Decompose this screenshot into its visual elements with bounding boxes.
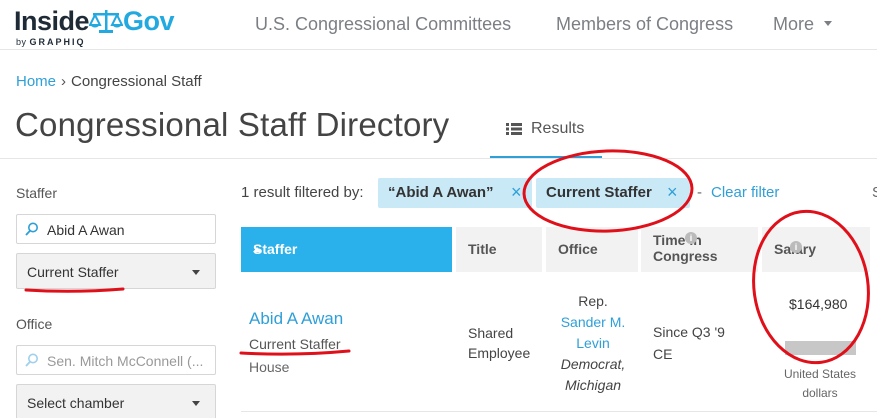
title-divider [0, 158, 877, 159]
staffer-search-input[interactable]: Abid A Awan [16, 214, 216, 244]
title-line: Employee [468, 345, 531, 361]
remove-filter-icon[interactable]: × [511, 182, 522, 203]
info-icon[interactable]: i [685, 232, 697, 244]
office-search-input[interactable]: Sen. Mitch McConnell (... [16, 345, 216, 375]
list-icon [506, 123, 522, 135]
column-header-label: Title [468, 241, 497, 257]
staffer-filter-label: Staffer [16, 185, 57, 201]
logo-wordmark: Inside Gov [14, 6, 175, 36]
filter-chip-status: Current Staffer × [536, 178, 690, 208]
chevron-down-icon [824, 21, 833, 26]
breadcrumb: Home › Congressional Staff [16, 73, 202, 90]
staffer-search-value: Abid A Awan [47, 222, 125, 238]
office-filter-label: Office [16, 316, 53, 332]
breadcrumb-separator: › [61, 73, 67, 90]
staffer-status-value: Current Staffer [27, 264, 119, 280]
salary-unit-line: dollars [802, 386, 838, 400]
filter-chip-name: “Abid A Awan” × [378, 178, 532, 208]
cut-off-text: S [872, 184, 877, 201]
office-prefix: Rep. [578, 293, 608, 309]
column-header-label: Salaryi [774, 241, 816, 257]
page-title: Congressional Staff Directory [15, 106, 450, 143]
title-line: Shared [468, 325, 514, 341]
scales-icon [89, 10, 124, 33]
salary-bar [785, 341, 856, 355]
office-cell: Rep. Sander M. Levin Democrat, Michigan [550, 291, 636, 396]
title-cell: Shared Employee [468, 323, 530, 363]
column-header-label: Time in i Congress [653, 232, 718, 264]
nav-members[interactable]: Members of Congress [556, 14, 733, 35]
tab-results[interactable]: Results [490, 105, 602, 159]
nav-committees[interactable]: U.S. Congressional Committees [255, 14, 511, 35]
time-cell: Since Q3 '9 CE [653, 321, 725, 365]
column-header-label: Office [558, 241, 598, 257]
column-header-salary[interactable]: Salaryi [762, 227, 870, 272]
breadcrumb-home[interactable]: Home [16, 73, 56, 90]
annotation-underline-sidebar [24, 287, 125, 293]
filter-chip-label: “Abid A Awan” [388, 184, 494, 201]
salary-value: $164,980 [789, 296, 848, 312]
breadcrumb-current: Congressional Staff [71, 73, 202, 90]
clear-filter-link[interactable]: Clear filter [711, 184, 779, 201]
info-icon[interactable]: i [790, 241, 802, 253]
row-divider [241, 411, 877, 412]
column-header-staffer[interactable]: Staffer [241, 227, 452, 272]
filter-chip-label: Current Staffer [546, 184, 652, 201]
salary-unit-line: United States [783, 367, 857, 381]
insidegov-logo[interactable]: Inside Gov by GRAPHIQ [14, 4, 175, 48]
staffer-chamber: House [249, 359, 290, 375]
dropdown-arrow-icon [192, 401, 200, 406]
logo-byline: by GRAPHIQ [16, 37, 86, 47]
staffer-status-select[interactable]: Current Staffer [16, 253, 216, 289]
office-member-link[interactable]: Levin [576, 335, 609, 351]
dropdown-arrow-icon [192, 270, 200, 275]
office-search-placeholder: Sen. Mitch McConnell (... [47, 353, 204, 369]
sort-ascending-icon [253, 247, 261, 252]
search-icon [25, 222, 38, 236]
time-line: CE [653, 346, 673, 362]
remove-filter-icon[interactable]: × [667, 182, 678, 203]
top-bar: Inside Gov by GRAPHIQ U.S. Congressional … [0, 0, 877, 50]
chamber-select-value: Select chamber [27, 395, 125, 411]
time-line: Since Q3 '9 [653, 324, 725, 340]
column-header-office[interactable]: Office [546, 227, 638, 272]
column-header-time[interactable]: Time in i Congress [641, 227, 758, 272]
staffer-name-link[interactable]: Abid A Awan [249, 309, 343, 329]
nav-more[interactable]: More [773, 14, 833, 35]
result-summary: 1 result filtered by: [241, 184, 364, 201]
office-party: Democrat, [560, 356, 626, 372]
chamber-select[interactable]: Select chamber [16, 384, 216, 418]
office-member-link[interactable]: Sander M. [561, 314, 626, 330]
tab-results-label: Results [531, 120, 585, 137]
staffer-status: Current Staffer [249, 336, 341, 352]
filter-separator: - [697, 184, 702, 201]
search-icon [25, 353, 38, 367]
office-state: Michigan [564, 377, 622, 393]
column-header-title[interactable]: Title [456, 227, 542, 272]
salary-unit: United States dollars [775, 365, 865, 403]
